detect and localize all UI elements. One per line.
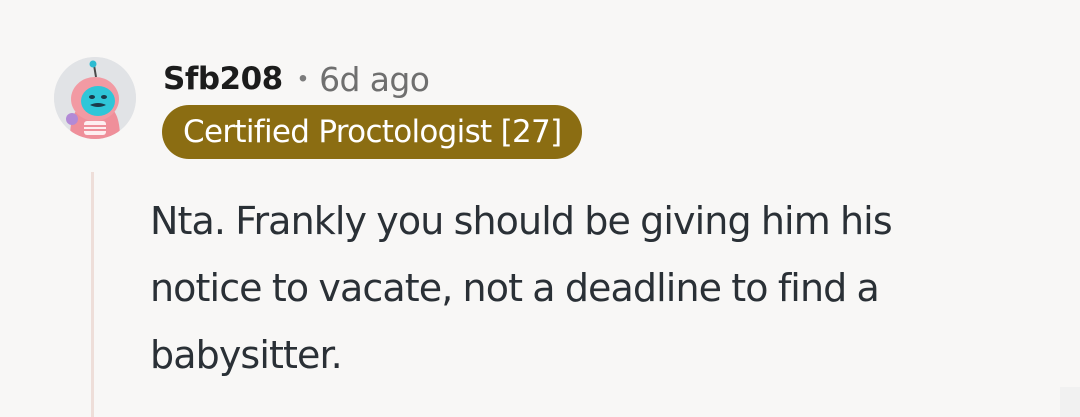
separator-dot: •: [298, 65, 308, 92]
comment-body-line: notice to vacate, not a deadline to find…: [150, 266, 880, 310]
timestamp: 6d ago: [319, 59, 430, 99]
corner-overlay: [1060, 387, 1080, 417]
snoo-avatar-icon[interactable]: [54, 57, 136, 139]
username-link[interactable]: Sfb208: [163, 61, 283, 97]
comment-item: Sfb208 • 6d ago Certified Proctologist […: [0, 0, 1080, 417]
thread-line[interactable]: [91, 172, 94, 417]
user-flair-badge: Certified Proctologist [27]: [162, 105, 583, 159]
comment-body-line: babysitter.: [150, 333, 343, 377]
comment-body: Nta. Frankly you should be giving him hi…: [150, 188, 1050, 389]
comment-header: Sfb208 • 6d ago: [163, 56, 430, 102]
comment-body-line: Nta. Frankly you should be giving him hi…: [150, 199, 893, 243]
